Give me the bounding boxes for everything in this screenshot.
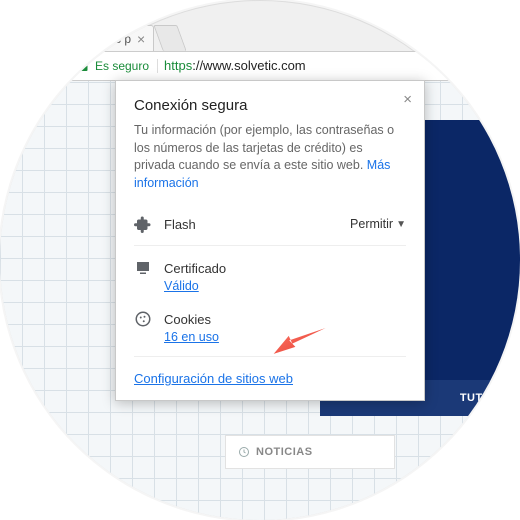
tab-title: ón a los p bbox=[79, 32, 131, 46]
url-scheme: https bbox=[164, 58, 192, 73]
close-icon[interactable]: × bbox=[403, 91, 412, 108]
url-host: ://www.solvetic.com bbox=[192, 58, 305, 73]
cookie-icon bbox=[134, 310, 152, 328]
popup-desc-text: Tu información (por ejemplo, las contras… bbox=[134, 123, 394, 172]
cookies-value-link[interactable]: 16 en uso bbox=[164, 330, 219, 344]
certificate-label: Certificado bbox=[164, 261, 226, 276]
address-bar[interactable]: Es seguro https://www.solvetic.com bbox=[70, 51, 490, 81]
perm-row-flash[interactable]: Flash Permitir ▼ bbox=[134, 206, 406, 241]
news-label: NOTICIAS bbox=[256, 446, 313, 458]
certificate-icon bbox=[134, 259, 152, 277]
cookies-label: Cookies bbox=[164, 312, 211, 327]
flash-value: Permitir bbox=[350, 217, 393, 231]
tab-close-icon[interactable]: × bbox=[137, 31, 145, 47]
popup-title: Conexión segura bbox=[134, 97, 406, 114]
circular-viewport: TUTOR ón a los p × Es seguro https://www… bbox=[0, 0, 520, 520]
puzzle-icon bbox=[134, 215, 152, 233]
dropdown-icon: ▼ bbox=[396, 219, 406, 230]
browser-tab[interactable]: ón a los p × bbox=[70, 25, 154, 51]
divider bbox=[134, 245, 406, 246]
new-tab-button[interactable] bbox=[154, 25, 187, 51]
nav-item-tutor[interactable]: TUTOR bbox=[460, 392, 500, 404]
flash-select[interactable]: Permitir ▼ bbox=[350, 217, 406, 231]
lock-icon bbox=[79, 60, 89, 72]
site-settings-link[interactable]: Configuración de sitios web bbox=[134, 371, 293, 386]
flash-label: Flash bbox=[164, 217, 196, 232]
news-card[interactable]: NOTICIAS bbox=[225, 435, 395, 469]
clock-icon bbox=[238, 446, 250, 458]
popup-description: Tu información (por ejemplo, las contras… bbox=[134, 122, 406, 192]
secure-chip[interactable]: Es seguro bbox=[95, 59, 158, 73]
url-text: https://www.solvetic.com bbox=[164, 57, 306, 75]
perm-row-certificate[interactable]: Certificado Válido bbox=[134, 250, 406, 301]
certificate-value-link[interactable]: Válido bbox=[164, 279, 199, 293]
tab-strip: ón a los p × bbox=[70, 25, 182, 51]
